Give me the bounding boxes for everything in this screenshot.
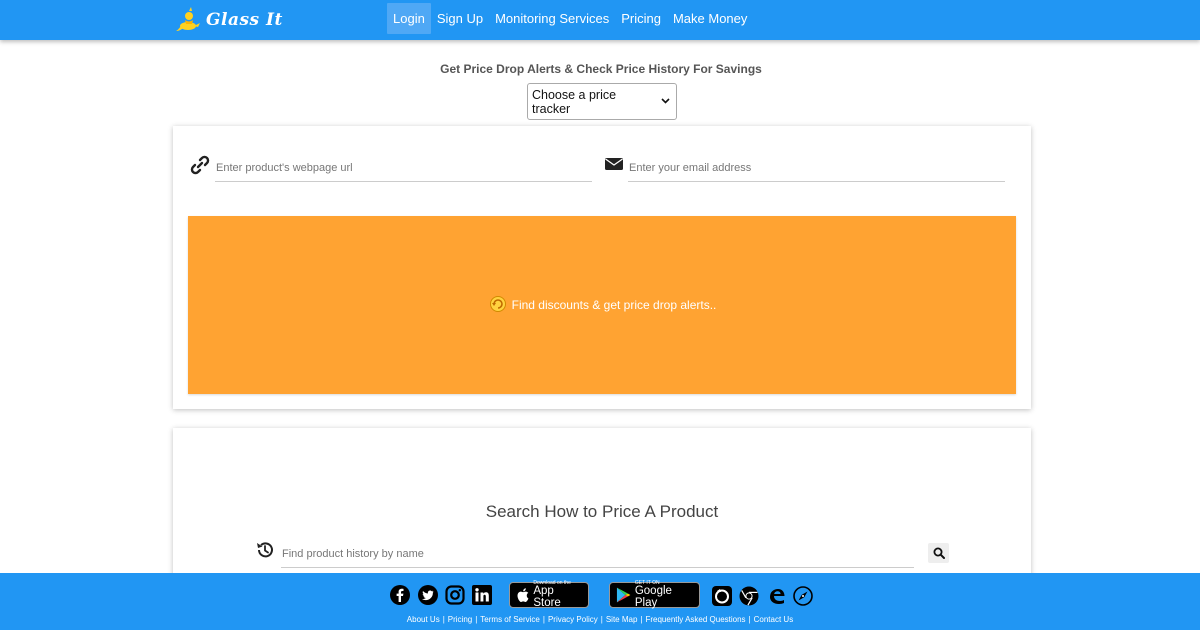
history-icon [255, 540, 275, 560]
link-icon [190, 155, 210, 175]
search-icon [933, 547, 945, 559]
price-tracker-select-value: Choose a price tracker [532, 87, 617, 116]
footer-separator: | [475, 615, 478, 624]
apple-icon [517, 588, 529, 602]
envelope-icon [604, 155, 624, 175]
firefox-icon[interactable] [712, 586, 732, 606]
brand-name: Glass It [206, 10, 283, 30]
app-store-big-text: App Store [533, 585, 561, 609]
refresh-icon [488, 295, 508, 316]
chevron-down-icon [661, 96, 670, 107]
nav-make-money[interactable]: Make Money [667, 3, 753, 34]
footer-separator: | [640, 615, 643, 624]
search-title: Search How to Price A Product [485, 502, 719, 521]
footer-link-about-us[interactable]: About Us [407, 615, 440, 624]
nav-monitoring-services[interactable]: Monitoring Services [489, 3, 615, 34]
email-input[interactable]: Enter your email address [628, 154, 1005, 182]
edge-icon[interactable] [767, 586, 787, 606]
instagram-icon[interactable] [445, 585, 465, 605]
footer-link-privacy[interactable]: Privacy Policy [548, 615, 598, 624]
app-store-badge[interactable]: Download on the App Store [509, 581, 589, 609]
search-button[interactable] [928, 543, 949, 563]
top-navbar: Glass It Login Sign Up Monitoring Servic… [0, 0, 1200, 40]
footer-link-pricing[interactable]: Pricing [448, 615, 472, 624]
nav-menu: Login Sign Up Monitoring Services Pricin… [387, 3, 753, 34]
product-url-input[interactable]: Enter product's webpage url [215, 154, 592, 182]
twitter-icon[interactable] [418, 585, 438, 605]
hero-tagline: Get Price Drop Alerts & Check Price Hist… [440, 62, 762, 76]
footer-separator: | [600, 615, 603, 624]
footer-link-terms[interactable]: Terms of Service [480, 615, 540, 624]
footer-separator: | [442, 615, 445, 624]
brand-logo[interactable]: Glass It [176, 5, 283, 35]
find-discounts-label: Find discounts & get price drop alerts.. [511, 298, 717, 312]
safari-icon[interactable] [793, 586, 813, 606]
linkedin-icon[interactable] [472, 585, 492, 605]
footer-separator: | [542, 615, 545, 624]
facebook-icon[interactable] [390, 585, 410, 605]
google-play-big-text: Google Play [634, 585, 672, 609]
chrome-icon[interactable] [739, 586, 759, 606]
footer-separator: | [748, 615, 751, 624]
google-play-badge[interactable]: GET IT ON Google Play [609, 581, 700, 609]
footer-link-site-map[interactable]: Site Map [606, 615, 638, 624]
nav-login[interactable]: Login [387, 3, 431, 34]
nav-sign-up[interactable]: Sign Up [431, 3, 489, 34]
footer-links: About Us | Pricing | Terms of Service | Privac… [0, 615, 1200, 624]
google-play-icon [616, 587, 631, 603]
footer-link-faq[interactable]: Frequently Asked Questions [645, 615, 745, 624]
footer-link-contact-us[interactable]: Contact Us [754, 615, 794, 624]
price-alert-card: Enter product's webpage url Enter your e… [173, 126, 1031, 409]
nav-pricing[interactable]: Pricing [615, 3, 667, 34]
price-tracker-select[interactable]: Choose a price tracker [527, 83, 677, 120]
genie-icon [176, 7, 200, 31]
find-discounts-button[interactable]: Find discounts & get price drop alerts.. [188, 216, 1016, 394]
product-history-search-input[interactable]: Find product history by name [281, 540, 914, 568]
